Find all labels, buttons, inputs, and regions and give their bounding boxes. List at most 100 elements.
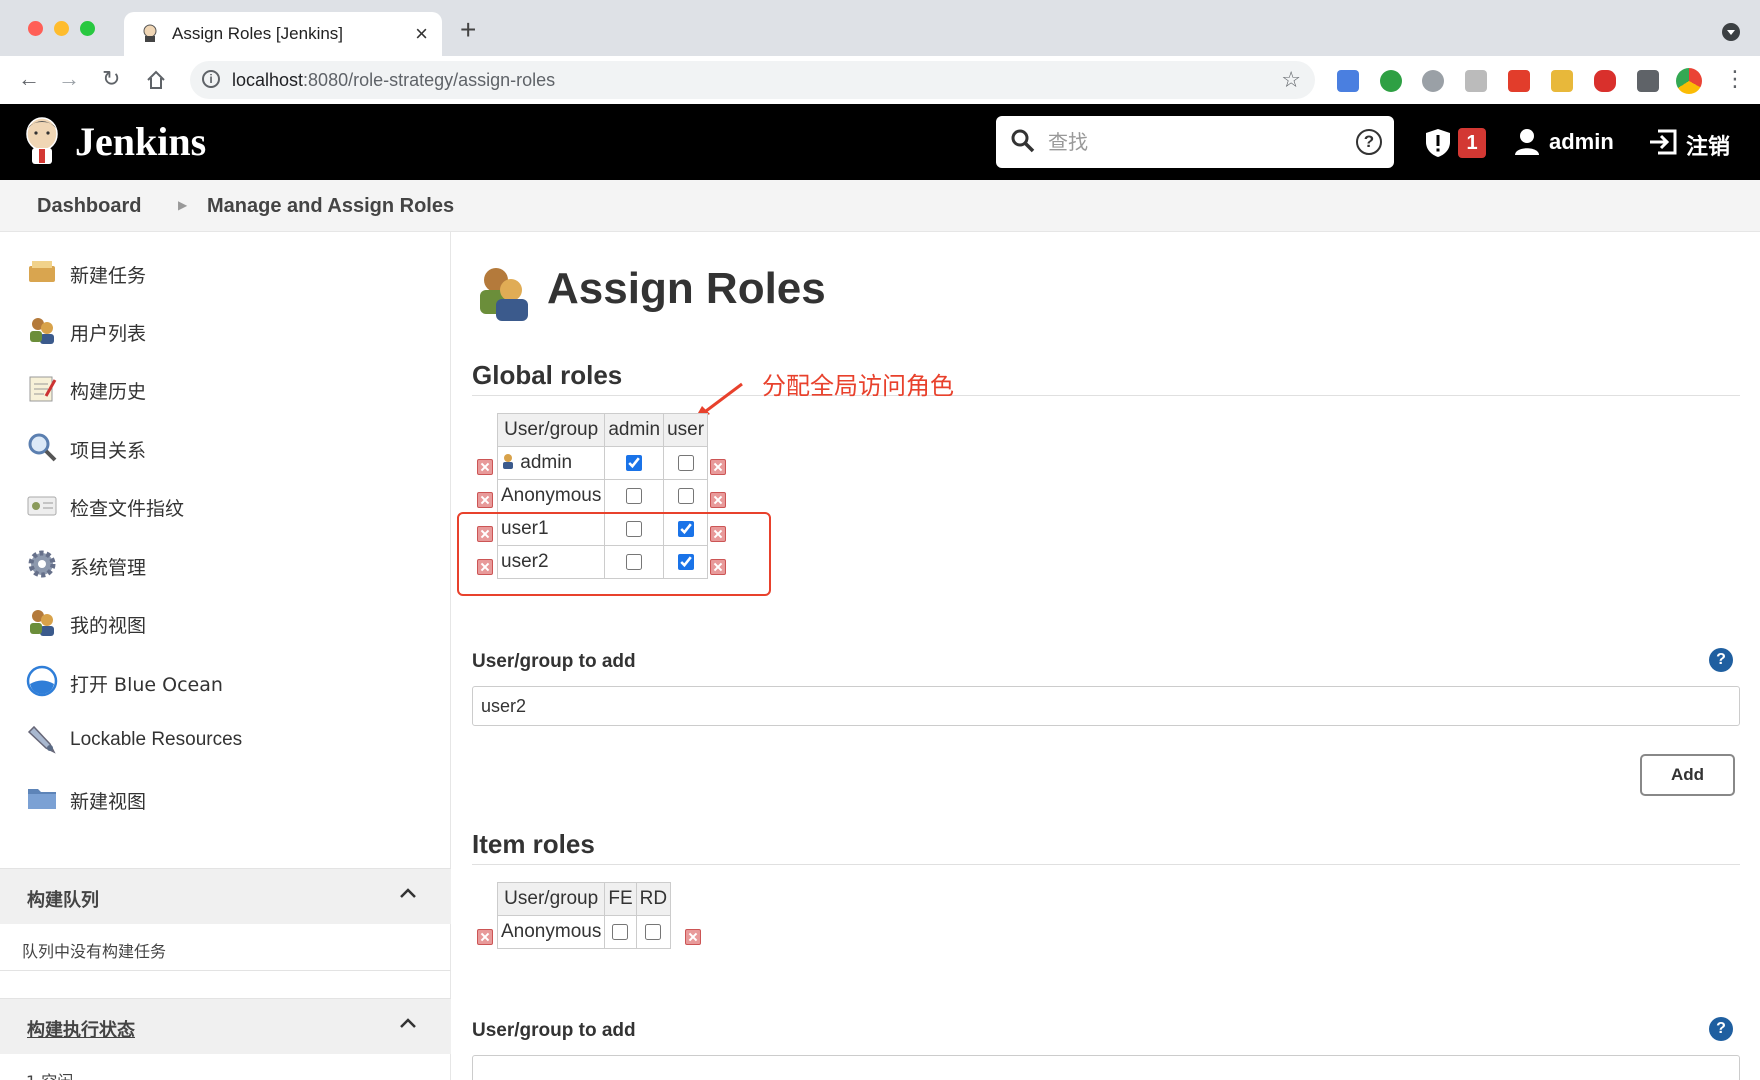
column-header: FE: [604, 882, 637, 916]
url-text: localhost:8080/role-strategy/assign-role…: [232, 70, 556, 90]
alert-count-badge[interactable]: 1: [1458, 128, 1486, 158]
table-header-row: User/group FE RD: [496, 882, 672, 916]
sidebar-item-new-view[interactable]: 新建视图: [26, 778, 426, 818]
delete-row-icon[interactable]: [477, 929, 493, 945]
delete-row-icon[interactable]: [710, 492, 726, 508]
browser-toolbar: ← → ↻ i localhost:8080/role-strategy/ass…: [0, 56, 1760, 104]
security-shield-icon[interactable]: [1424, 128, 1452, 158]
window-minimize-button[interactable]: [54, 21, 69, 36]
user-name-link[interactable]: admin: [1549, 129, 1614, 155]
translate-extension-icon[interactable]: [1337, 70, 1359, 92]
executors-header: 构建执行状态: [0, 998, 451, 1054]
search-box: ?: [996, 116, 1394, 168]
user-cell: Anonymous: [496, 479, 606, 513]
chevron-up-icon[interactable]: [399, 887, 417, 899]
sidebar-item-fingerprint[interactable]: 检查文件指纹: [26, 485, 426, 525]
logout-link[interactable]: 注销: [1686, 129, 1730, 161]
adblock-extension-icon[interactable]: [1594, 70, 1616, 92]
folder-icon: [28, 789, 56, 809]
build-history-icon: [29, 376, 57, 402]
new-tab-icon[interactable]: +: [460, 14, 476, 46]
build-queue-header: 构建队列: [0, 868, 451, 924]
help-icon[interactable]: ?: [1709, 648, 1733, 672]
new-job-icon: [29, 261, 55, 282]
back-icon[interactable]: ←: [18, 66, 40, 92]
reload-icon[interactable]: ↻: [102, 66, 120, 92]
breadcrumb-manage-assign-roles[interactable]: Manage and Assign Roles: [207, 195, 454, 218]
jenkins-favicon-icon: [143, 24, 157, 42]
user-icon: [503, 454, 513, 469]
sidebar-item-label: 打开 Blue Ocean: [70, 674, 223, 696]
sidebar-item-manage-jenkins[interactable]: 系统管理: [26, 544, 426, 584]
search-help-icon[interactable]: ?: [1356, 129, 1382, 155]
browser-menu-icon[interactable]: ⋮: [1724, 66, 1746, 92]
section-divider: [472, 864, 1740, 865]
forward-icon[interactable]: →: [58, 66, 80, 92]
chrome-profile-icon[interactable]: [1676, 68, 1702, 94]
delete-row-icon[interactable]: [477, 459, 493, 475]
sidebar-item-label: 检查文件指纹: [70, 498, 185, 520]
checkbox-cell: [604, 479, 665, 513]
user-icon[interactable]: [1514, 128, 1540, 156]
fingerprint-icon: [27, 496, 57, 516]
role-checkbox-user[interactable]: [677, 487, 694, 504]
role-checkbox-fe[interactable]: [612, 923, 629, 940]
window-zoom-button[interactable]: [80, 21, 95, 36]
address-bar[interactable]: i localhost:8080/role-strategy/assign-ro…: [190, 61, 1315, 99]
sidebar-item-project-relationship[interactable]: 项目关系: [26, 427, 426, 467]
camera-extension-icon[interactable]: [1465, 70, 1487, 92]
blue-ocean-icon: [26, 665, 58, 697]
role-checkbox-admin[interactable]: [626, 487, 643, 504]
item-roles-title: Item roles: [472, 829, 595, 859]
assign-roles-icon: [480, 268, 528, 321]
bookmark-star-icon[interactable]: ☆: [1281, 67, 1301, 93]
puzzle-extensions-icon[interactable]: [1637, 70, 1659, 92]
tab-close-icon[interactable]: ×: [415, 21, 428, 47]
sidebar-item-label: 构建历史: [70, 381, 147, 403]
sidebar-item-blue-ocean[interactable]: 打开 Blue Ocean: [26, 661, 426, 701]
sidebar-item-label: Lockable Resources: [70, 729, 243, 750]
global-user-group-input[interactable]: [472, 686, 1740, 726]
json-extension-icon[interactable]: [1551, 70, 1573, 92]
evernote-extension-icon[interactable]: [1380, 70, 1402, 92]
executor-row: 1 空闲: [26, 1068, 73, 1080]
home-icon[interactable]: [145, 69, 167, 91]
role-checkbox-user[interactable]: [677, 454, 694, 471]
site-info-icon[interactable]: i: [202, 70, 220, 88]
breadcrumb-dashboard[interactable]: Dashboard: [37, 195, 141, 218]
sidebar-item-lockable-resources[interactable]: Lockable Resources: [26, 720, 426, 760]
breadcrumb: Dashboard ▶ Manage and Assign Roles: [0, 180, 1760, 232]
sidebar-item-my-views[interactable]: 我的视图: [26, 602, 426, 642]
sidebar-item-build-history[interactable]: 构建历史: [26, 368, 426, 408]
checkbox-cell: [604, 915, 637, 949]
add-button[interactable]: Add: [1640, 754, 1735, 796]
search-input[interactable]: [1048, 126, 1338, 158]
sidebar-item-label: 项目关系: [70, 440, 147, 462]
extension-icon[interactable]: [1422, 70, 1444, 92]
jenkins-header: Jenkins ? 1 admin 注销: [0, 104, 1760, 180]
chevron-up-icon[interactable]: [399, 1017, 417, 1029]
fe-extension-icon[interactable]: [1508, 70, 1530, 92]
people-icon: [30, 318, 54, 344]
sidebar-item-people[interactable]: 用户列表: [26, 310, 426, 350]
role-checkbox-admin[interactable]: [626, 454, 643, 471]
jenkins-logo-icon[interactable]: [22, 116, 62, 166]
sidebar-item-new-job[interactable]: 新建任务: [26, 252, 426, 292]
tab-search-icon[interactable]: [1722, 23, 1740, 41]
item-user-group-input[interactable]: [472, 1055, 1740, 1080]
build-queue-title[interactable]: 构建队列: [27, 886, 99, 912]
delete-row-icon[interactable]: [710, 459, 726, 475]
sidebar-item-label: 新建任务: [70, 265, 147, 287]
checkbox-cell: [635, 915, 672, 949]
delete-row-icon[interactable]: [685, 929, 701, 945]
executors-title[interactable]: 构建执行状态: [27, 1016, 135, 1042]
checkbox-cell: [663, 479, 709, 513]
delete-row-icon[interactable]: [477, 492, 493, 508]
table-row: admin: [496, 446, 709, 480]
role-checkbox-rd[interactable]: [645, 923, 662, 940]
logout-icon[interactable]: [1648, 128, 1678, 156]
help-icon[interactable]: ?: [1709, 1017, 1733, 1041]
browser-tab-active[interactable]: Assign Roles [Jenkins] ×: [124, 12, 442, 56]
window-close-button[interactable]: [28, 21, 43, 36]
jenkins-title[interactable]: Jenkins: [75, 118, 206, 165]
